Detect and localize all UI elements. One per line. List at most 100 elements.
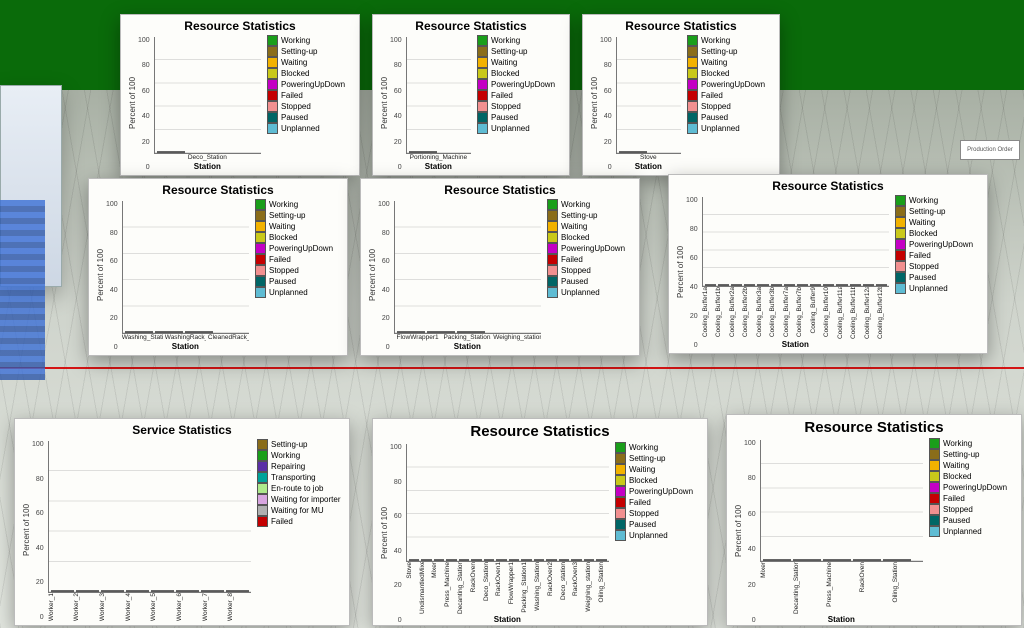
legend-label: Failed: [629, 497, 651, 508]
legend-label: Failed: [561, 254, 583, 265]
chart-plot-area: [760, 440, 923, 562]
legend-label: Unplanned: [561, 287, 600, 298]
legend-swatch: [929, 460, 940, 471]
legend-swatch: [687, 57, 698, 68]
legend-swatch: [895, 261, 906, 272]
chart-bar: [51, 590, 74, 592]
production-order-note: Production Order: [960, 140, 1020, 160]
legend-label: PoweringUpDown: [281, 79, 345, 90]
legend-swatch: [895, 250, 906, 261]
legend-item: Waiting: [615, 464, 701, 475]
chart-plot-area: [48, 441, 251, 593]
x-axis-ticks: Worker_1Worker_2Worker_3Worker_4Worker_5…: [46, 593, 253, 621]
chart-bar: [619, 151, 647, 153]
y-axis-label: Percent of 100: [21, 439, 32, 621]
legend-swatch: [929, 482, 940, 493]
legend-label: Paused: [701, 112, 728, 123]
legend-label: Blocked: [269, 232, 297, 243]
chart-bar: [446, 559, 457, 561]
legend-item: Transporting: [257, 472, 343, 483]
y-axis-ticks: 100806040200: [32, 439, 46, 621]
legend-item: Working: [477, 35, 563, 46]
chart-bar: [850, 284, 861, 286]
chart-title: Resource Statistics: [379, 19, 563, 33]
legend-swatch: [615, 486, 626, 497]
legend-swatch: [477, 35, 488, 46]
legend-item: Unplanned: [687, 123, 773, 134]
legend-swatch: [687, 35, 698, 46]
legend-item: Failed: [547, 254, 633, 265]
legend-swatch: [267, 46, 278, 57]
legend-label: Waiting: [491, 57, 517, 68]
legend-item: Waiting: [547, 221, 633, 232]
x-axis-ticks: Deco_Station: [152, 154, 263, 161]
legend-swatch: [929, 526, 940, 537]
legend-item: Blocked: [895, 228, 981, 239]
legend-label: Setting-up: [561, 210, 597, 221]
legend-label: Unplanned: [491, 123, 530, 134]
legend-label: Setting-up: [701, 46, 737, 57]
x-axis-label: Station: [392, 342, 543, 351]
legend-swatch: [615, 497, 626, 508]
x-axis-ticks: StoveUndismantledMixerMixerPress_Machine…: [404, 562, 611, 614]
legend-item: Working: [267, 35, 353, 46]
chart-bar: [126, 590, 149, 592]
legend-swatch: [477, 46, 488, 57]
legend-item: Blocked: [267, 68, 353, 79]
chart-bar: [457, 331, 485, 333]
chart-legend: WorkingSetting-upWaitingBlockedPoweringU…: [251, 199, 341, 351]
chart-bar: [705, 284, 716, 286]
chart-title: Resource Statistics: [379, 423, 701, 440]
legend-swatch: [255, 243, 266, 254]
x-axis-label: Station: [758, 615, 925, 624]
chart-bar: [157, 151, 185, 153]
chart-bar: [584, 559, 595, 561]
chart-panel-p9: Resource StatisticsPercent of 1001008060…: [726, 414, 1022, 626]
legend-item: Failed: [615, 497, 701, 508]
legend-item: PoweringUpDown: [929, 482, 1015, 493]
legend-label: Failed: [269, 254, 291, 265]
legend-swatch: [547, 232, 558, 243]
legend-item: Working: [257, 450, 343, 461]
gridlines: [703, 197, 889, 286]
legend-swatch: [895, 206, 906, 217]
chart-panel-p6: Resource StatisticsPercent of 1001008060…: [668, 174, 988, 354]
legend-label: Stopped: [491, 101, 521, 112]
legend-label: Working: [701, 35, 730, 46]
x-axis-ticks: Washing_StationWashingRack_StoreCleanedR…: [120, 334, 251, 341]
legend-swatch: [257, 494, 268, 505]
chart-bar: [427, 331, 455, 333]
chart-bar: [226, 590, 249, 592]
legend-item: En-route to job: [257, 483, 343, 494]
legend-label: Unplanned: [269, 287, 308, 298]
legend-item: Failed: [267, 90, 353, 101]
legend-item: Failed: [477, 90, 563, 101]
legend-label: Stopped: [269, 265, 299, 276]
chart-bar: [596, 559, 607, 561]
y-axis-label: Percent of 100: [675, 195, 686, 349]
legend-label: Waiting: [561, 221, 587, 232]
legend-label: Working: [281, 35, 310, 46]
scene-divider-line: [0, 367, 1024, 369]
legend-item: Waiting: [895, 217, 981, 228]
legend-label: Waiting for MU: [271, 505, 324, 516]
gridlines: [49, 441, 251, 592]
y-axis-ticks: 100806040200: [106, 199, 120, 351]
y-axis-ticks: 100806040200: [390, 442, 404, 624]
chart-bar: [397, 331, 425, 333]
legend-item: PoweringUpDown: [255, 243, 341, 254]
chart-legend: WorkingSetting-upWaitingBlockedPoweringU…: [473, 35, 563, 171]
y-axis-ticks: 100806040200: [600, 35, 614, 171]
y-axis-label: Percent of 100: [733, 438, 744, 624]
legend-item: Unplanned: [615, 530, 701, 541]
chart-bar: [201, 590, 224, 592]
legend-label: Unplanned: [909, 283, 948, 294]
chart-plot-area: [406, 37, 471, 154]
legend-swatch: [257, 461, 268, 472]
chart-bar: [863, 284, 874, 286]
legend-swatch: [477, 90, 488, 101]
legend-swatch: [929, 493, 940, 504]
legend-item: Working: [255, 199, 341, 210]
x-axis-label: Station: [152, 162, 263, 171]
chart-plot-area: [394, 201, 541, 334]
